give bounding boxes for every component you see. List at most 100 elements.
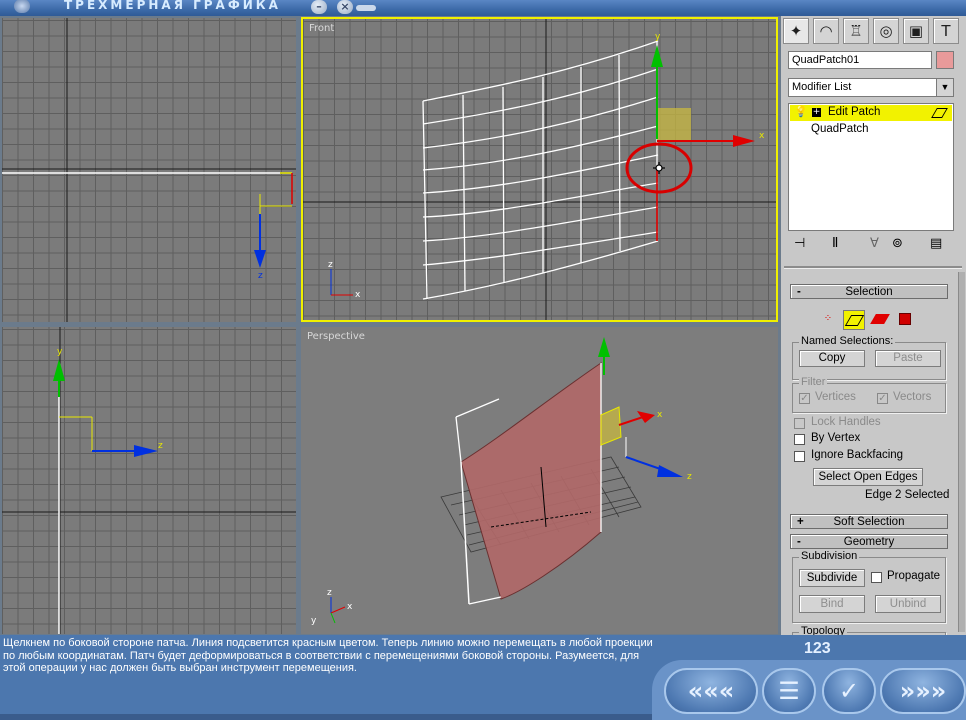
command-panel: ✦ ◠ ♖ ◎ ▣ T QuadPatch01 Modifier List ▼ … — [781, 16, 966, 642]
vectors-label: Vectors — [893, 391, 932, 403]
unbind-button[interactable]: Unbind — [875, 595, 941, 613]
expand-plus-icon[interactable]: + — [812, 108, 821, 117]
stack-item-quadpatch[interactable]: QuadPatch — [811, 123, 869, 135]
stack-item-edit-patch[interactable]: 💡 + Edit Patch — [790, 105, 952, 121]
close-button[interactable]: × — [337, 0, 353, 14]
configure-sets-icon[interactable]: ▤ — [930, 236, 942, 251]
tab-create[interactable]: ✦ — [783, 18, 809, 44]
paste-button[interactable]: Paste — [875, 350, 941, 367]
patch-level-icon[interactable] — [870, 314, 890, 324]
geometry-rollout-title: Geometry — [843, 536, 895, 548]
selection-rollout-title: Selection — [845, 286, 893, 298]
panel-divider — [784, 266, 962, 269]
by-vertex-checkbox[interactable] — [794, 434, 805, 445]
vertices-checkbox[interactable]: ✓ — [799, 393, 810, 404]
tab-utilities[interactable]: T — [933, 18, 959, 44]
subdivision-label: Subdivision — [799, 550, 860, 562]
modifier-list-label: Modifier List — [792, 81, 852, 93]
persp-triad-y-label: y — [311, 616, 317, 626]
object-name-field[interactable]: QuadPatch01 — [788, 51, 932, 69]
selection-status: Edge 2 Selected — [865, 489, 950, 501]
top-axis-z-label: z — [258, 271, 263, 281]
title-bar: ТРЕХМЕРНАЯ ГРАФИКА – × — [0, 0, 966, 16]
selection-rollout-header[interactable]: - Selection — [790, 284, 948, 299]
caption-text: Щелкнем по боковой стороне патча. Линия … — [3, 637, 653, 674]
patch-icon — [931, 108, 948, 118]
vertices-label: Vertices — [815, 391, 856, 403]
persp-gizmo-x-label: x — [657, 410, 663, 420]
object-color-swatch[interactable] — [936, 51, 954, 69]
forward-arrows-icon: »»» — [899, 677, 947, 705]
propagate-checkbox[interactable] — [871, 572, 882, 583]
left-gizmo-y-label: y — [57, 347, 63, 357]
back-button[interactable]: ««« — [664, 668, 758, 714]
ignore-backfacing-checkbox[interactable] — [794, 451, 805, 462]
vertex-level-icon[interactable]: ⁘ — [817, 310, 839, 330]
remove-modifier-icon[interactable]: ⊚ — [892, 236, 903, 251]
perspective-view-drawing: x z z x y — [311, 337, 692, 626]
soft-selection-rollout-title: Soft Selection — [833, 516, 905, 528]
title-bar-tail — [356, 5, 376, 11]
stack-item-label: Edit Patch — [828, 106, 881, 118]
front-view-drawing: y x z x — [303, 19, 776, 320]
viewport-top[interactable]: z — [2, 18, 296, 322]
lock-handles-checkbox[interactable] — [794, 418, 805, 429]
menu-button[interactable]: ☰ — [762, 668, 816, 714]
modifier-list-dropdown[interactable]: Modifier List ▼ — [788, 78, 954, 97]
bind-button[interactable]: Bind — [799, 595, 865, 613]
subdivide-button[interactable]: Subdivide — [799, 569, 865, 587]
edge-level-icon[interactable] — [843, 310, 865, 330]
left-view-drawing: y z — [2, 327, 296, 634]
persp-gizmo-z-label: z — [687, 472, 692, 482]
element-level-icon[interactable] — [899, 313, 911, 325]
front-gizmo-y-label: y — [655, 32, 661, 42]
geometry-rollout-header[interactable]: - Geometry — [790, 534, 948, 549]
front-triad-z-label: z — [328, 260, 333, 270]
rollout-collapse-icon: - — [797, 536, 801, 548]
window-title: ТРЕХМЕРНАЯ ГРАФИКА — [64, 0, 281, 12]
rollout-collapse-icon: - — [797, 286, 801, 298]
menu-icon: ☰ — [778, 677, 800, 705]
filter-group: Filter ✓ Vertices ✓ Vectors — [792, 376, 946, 413]
named-selections-label: Named Selections: — [799, 335, 896, 347]
viewport-left[interactable]: y z — [2, 327, 296, 634]
rollout-expand-icon: + — [797, 516, 804, 528]
ignore-backfacing-label: Ignore Backfacing — [811, 449, 904, 461]
minimize-button[interactable]: – — [311, 0, 327, 14]
filter-label: Filter — [799, 376, 828, 388]
lock-handles-label: Lock Handles — [811, 416, 881, 428]
tab-hierarchy[interactable]: ♖ — [843, 18, 869, 44]
back-arrows-icon: ««« — [687, 677, 735, 705]
vectors-checkbox[interactable]: ✓ — [877, 393, 888, 404]
top-view-drawing: z — [2, 18, 296, 322]
propagate-label: Propagate — [887, 570, 941, 582]
app-icon — [14, 0, 30, 13]
left-gizmo-z-label: z — [158, 441, 163, 451]
pin-stack-icon[interactable]: ⊣ — [794, 236, 805, 251]
viewport-perspective[interactable]: Perspective x z z x y — [301, 327, 778, 634]
chevron-down-icon[interactable]: ▼ — [936, 79, 953, 96]
check-icon: ✓ — [838, 677, 860, 705]
modifier-stack: 💡 + Edit Patch QuadPatch — [788, 103, 954, 231]
persp-triad-x-label: x — [347, 602, 353, 612]
persp-triad-z-label: z — [327, 588, 332, 598]
tab-modify[interactable]: ◠ — [813, 18, 839, 44]
tab-display[interactable]: ▣ — [903, 18, 929, 44]
copy-button[interactable]: Copy — [799, 350, 865, 367]
front-triad-x-label: x — [355, 290, 361, 300]
soft-selection-rollout-header[interactable]: + Soft Selection — [790, 514, 948, 529]
panel-scrollbar[interactable] — [958, 272, 965, 632]
viewport-front[interactable]: Front y x z x — [301, 17, 778, 322]
forward-button[interactable]: »»» — [880, 668, 966, 714]
check-button[interactable]: ✓ — [822, 668, 876, 714]
viewports-area: z Front y x z x y z Perspective x z z x … — [0, 16, 781, 635]
show-end-result-icon[interactable]: Ⅱ — [832, 236, 838, 251]
lightbulb-icon[interactable]: 💡 — [794, 105, 808, 118]
subdivision-group: Subdivision Subdivide Propagate Bind Unb… — [792, 550, 946, 623]
select-open-edges-button[interactable]: Select Open Edges — [813, 468, 923, 486]
by-vertex-label: By Vertex — [811, 432, 861, 444]
stack-toolbar: ⊣ Ⅱ ∀ ⊚ ▤ — [788, 234, 954, 256]
tab-motion[interactable]: ◎ — [873, 18, 899, 44]
subobject-level-bar: ⁘ — [817, 310, 927, 330]
make-unique-icon[interactable]: ∀ — [870, 236, 879, 251]
